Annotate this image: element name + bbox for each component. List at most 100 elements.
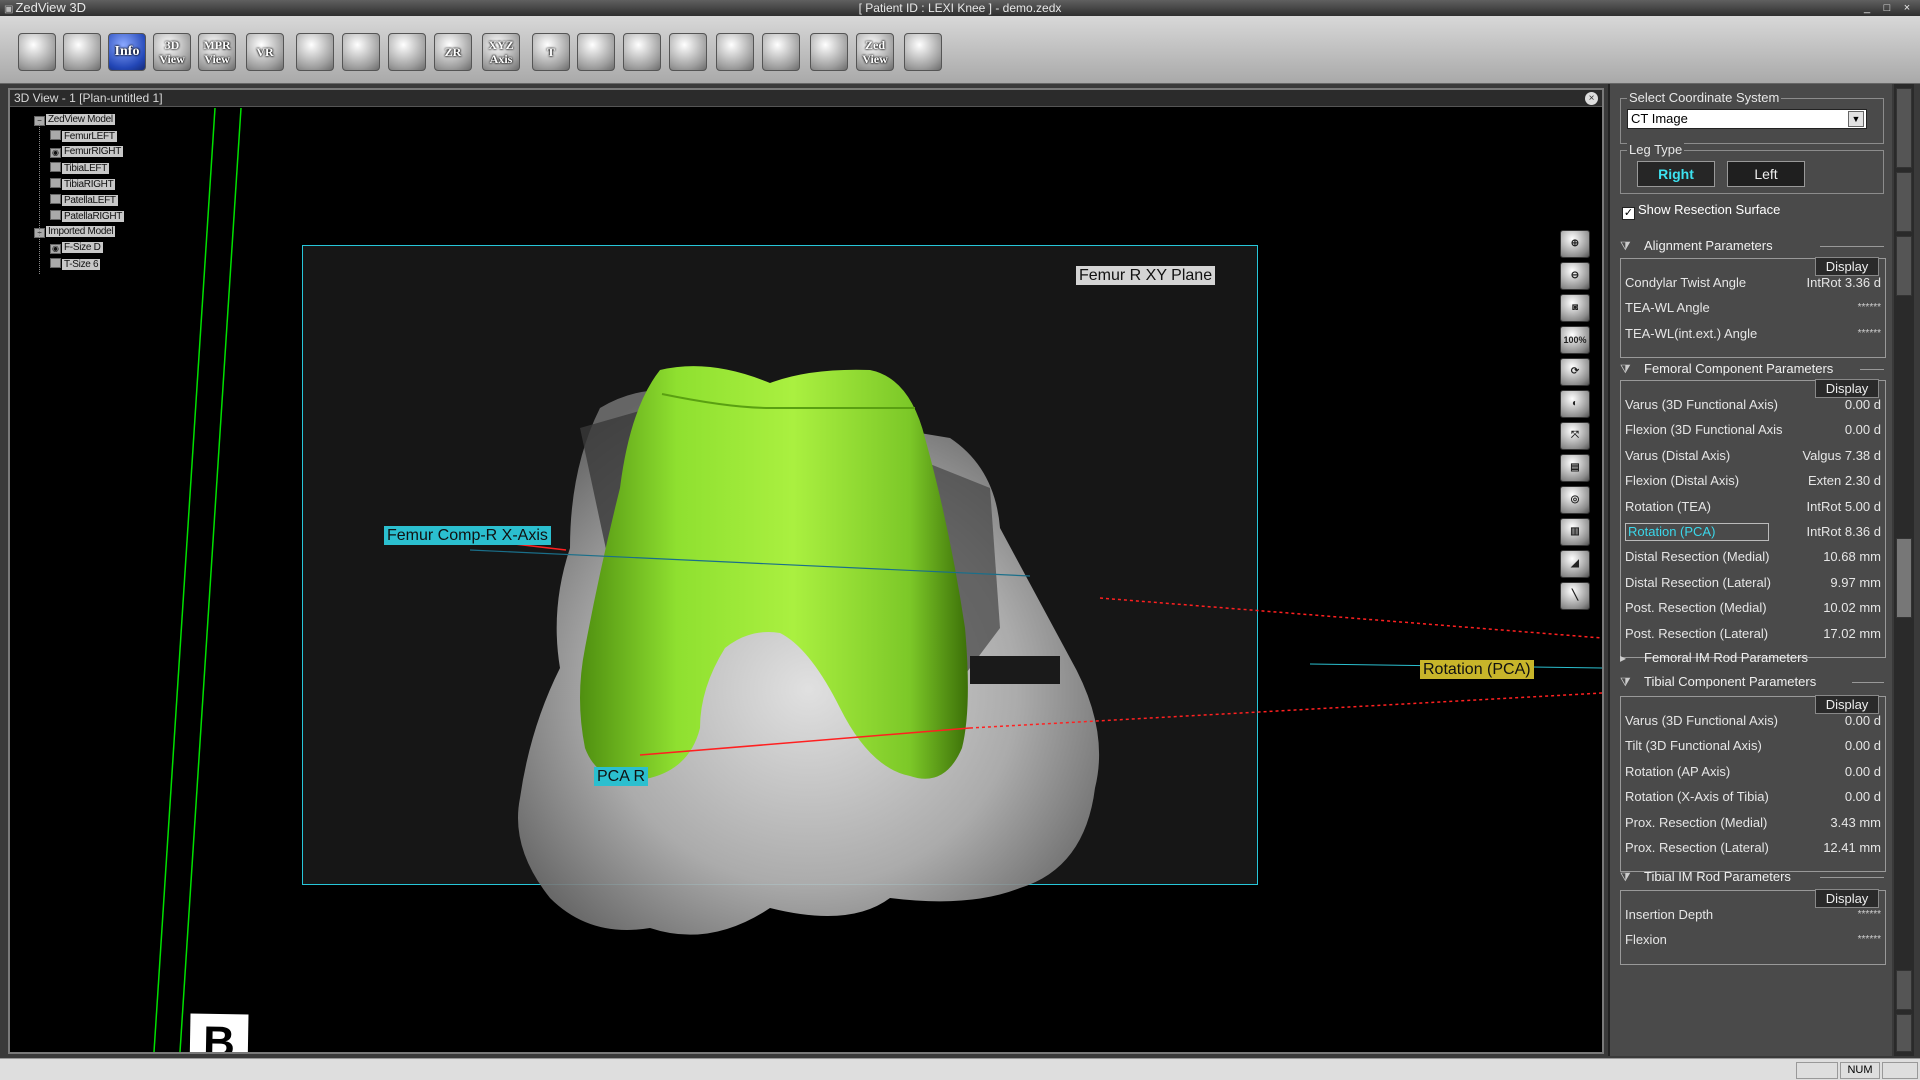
minimize-button[interactable]: _ (1858, 1, 1876, 15)
scroll-cell[interactable] (1896, 1014, 1912, 1052)
tree-item[interactable]: ◉ FemurRIGHT (50, 146, 124, 158)
section-toggle-icon[interactable]: ⧩ (1620, 869, 1644, 885)
visibility-toggle-icon[interactable] (50, 210, 61, 220)
param-row[interactable]: Condylar Twist Angle IntRot 3.36 d (1625, 273, 1881, 293)
tibial_im-header[interactable]: ⧩ Tibial IM Rod Parameters (1620, 869, 1884, 885)
close-view-button[interactable]: × (1585, 92, 1598, 105)
param-row[interactable]: Rotation (AP Axis) 0.00 d (1625, 762, 1881, 782)
info-icon[interactable]: Info (108, 33, 146, 71)
axis-icon[interactable]: ⤧ (1560, 422, 1590, 450)
param-row[interactable]: Rotation (TEA) IntRot 5.00 d (1625, 497, 1881, 517)
scroll-cell[interactable] (1896, 970, 1912, 1010)
scroll-cell[interactable] (1896, 88, 1912, 168)
femoral_im-header[interactable]: ▸ Femoral IM Rod Parameters (1620, 650, 1808, 666)
tree-item[interactable]: FemurLEFT (50, 130, 117, 142)
visibility-toggle-icon[interactable] (50, 194, 61, 204)
right-scrollbar[interactable] (1894, 84, 1914, 1056)
vr-icon[interactable]: VR (246, 33, 284, 71)
param-row[interactable]: TEA-WL Angle ****** (1625, 298, 1881, 318)
param-row[interactable]: Distal Resection (Medial) 10.68 mm (1625, 547, 1881, 567)
ruler-icon[interactable]: ▥ (1560, 518, 1590, 546)
cube-icon[interactable] (623, 33, 661, 71)
layers-icon[interactable]: ▤ (1560, 454, 1590, 482)
zoom-icon[interactable]: ZR (434, 33, 472, 71)
box-icon[interactable] (762, 33, 800, 71)
param-row[interactable]: Post. Resection (Medial) 10.02 mm (1625, 598, 1881, 618)
param-row[interactable]: TEA-WL(int.ext.) Angle ****** (1625, 324, 1881, 344)
mpr-view-icon[interactable]: MPR View (198, 33, 236, 71)
tree-item[interactable]: ◉ F-Size D (50, 242, 103, 254)
tree-item[interactable]: − Imported Model (34, 226, 116, 238)
rotate-icon[interactable]: ⟳ (1560, 358, 1590, 386)
ruler-icon[interactable] (810, 33, 848, 71)
param-row[interactable]: Rotation (PCA) IntRot 8.36 d (1625, 522, 1881, 542)
3d-viewport[interactable]: Femur R XY Plane Femur Comp-R X-Axis PCA… (10, 108, 1602, 1052)
param-row[interactable]: Prox. Resection (Medial) 3.43 mm (1625, 813, 1881, 833)
param-row[interactable]: Varus (3D Functional Axis) 0.00 d (1625, 395, 1881, 415)
section-toggle-icon[interactable]: ⧩ (1620, 674, 1644, 690)
section-toggle-icon[interactable]: ⧩ (1620, 361, 1644, 377)
camera-icon[interactable] (388, 33, 426, 71)
scroll-cell[interactable] (1896, 236, 1912, 296)
save-icon[interactable] (63, 33, 101, 71)
visibility-toggle-icon[interactable] (50, 258, 61, 268)
tree-item[interactable]: PatellaRIGHT (50, 210, 125, 222)
open-icon[interactable] (18, 33, 56, 71)
volume-icon[interactable] (342, 33, 380, 71)
tibial-header[interactable]: ⧩ Tibial Component Parameters (1620, 674, 1884, 690)
visibility-toggle-icon[interactable]: ◉ (50, 148, 61, 158)
visibility-toggle-icon[interactable]: ◉ (50, 244, 61, 254)
close-window-button[interactable]: × (1898, 1, 1916, 15)
leg-right-button[interactable]: Right (1637, 161, 1715, 187)
scroll-cell[interactable] (1896, 172, 1912, 232)
visibility-toggle-icon[interactable] (50, 162, 61, 172)
femoral-header[interactable]: ⧩ Femoral Component Parameters (1620, 361, 1884, 377)
show-resection-checkbox[interactable]: ✓ (1622, 207, 1635, 220)
text-icon[interactable]: T (532, 33, 570, 71)
chevron-down-icon[interactable]: ▼ (1848, 111, 1864, 127)
light-icon[interactable] (669, 33, 707, 71)
param-row[interactable]: Prox. Resection (Lateral) 12.41 mm (1625, 838, 1881, 858)
zoom-in-icon[interactable]: ⊕ (1560, 230, 1590, 258)
param-row[interactable]: Flexion (3D Functional Axis 0.00 d (1625, 420, 1881, 440)
show-resection-row[interactable]: ✓ Show Resection Surface (1622, 202, 1780, 220)
param-row[interactable]: Flexion ****** (1625, 930, 1881, 950)
tree-item[interactable]: PatellaLEFT (50, 194, 118, 206)
slope-icon[interactable]: ◢ (1560, 550, 1590, 578)
visibility-toggle-icon[interactable] (50, 178, 61, 188)
param-row[interactable]: Flexion (Distal Axis) Exten 2.30 d (1625, 471, 1881, 491)
param-row[interactable]: Insertion Depth ****** (1625, 905, 1881, 925)
param-row[interactable]: Varus (3D Functional Axis) 0.00 d (1625, 711, 1881, 731)
shade-icon[interactable]: ◐ (1560, 390, 1590, 418)
clock-icon[interactable] (904, 33, 942, 71)
tree-item[interactable]: T-Size 6 (50, 258, 101, 270)
coordinate-system-select[interactable]: CT Image ▼ (1627, 109, 1867, 129)
restore-button[interactable]: □ (1878, 1, 1896, 15)
param-row[interactable]: Varus (Distal Axis) Valgus 7.38 d (1625, 446, 1881, 466)
section-toggle-icon[interactable]: ▸ (1620, 650, 1644, 666)
grid-icon[interactable] (577, 33, 615, 71)
visibility-toggle-icon[interactable] (50, 130, 61, 140)
param-row[interactable]: Tilt (3D Functional Axis) 0.00 d (1625, 736, 1881, 756)
zoom-out-icon[interactable]: ⊖ (1560, 262, 1590, 290)
param-row[interactable]: Distal Resection (Lateral) 9.97 mm (1625, 573, 1881, 593)
eye-icon[interactable] (716, 33, 754, 71)
tree-item[interactable]: TibiaLEFT (50, 162, 110, 174)
xyz-axis-icon[interactable]: XYZ Axis (482, 33, 520, 71)
collapse-panel-handle[interactable] (1896, 538, 1912, 618)
alignment-header[interactable]: ⧩ Alignment Parameters (1620, 238, 1884, 254)
knee-model[interactable] (10, 108, 1602, 1052)
snapshot-icon[interactable]: ◙ (1560, 294, 1590, 322)
param-row[interactable]: Rotation (X-Axis of Tibia) 0.00 d (1625, 787, 1881, 807)
leg-left-button[interactable]: Left (1727, 161, 1805, 187)
tree-item[interactable]: − ZedView Model (34, 114, 115, 126)
target-icon[interactable]: ◎ (1560, 486, 1590, 514)
section-toggle-icon[interactable]: ⧩ (1620, 238, 1644, 254)
measure-icon[interactable]: ╲ (1560, 582, 1590, 610)
zed-view-icon[interactable]: Zed View (856, 33, 894, 71)
layout-icon[interactable] (296, 33, 334, 71)
3d-view-icon[interactable]: 3D View (153, 33, 191, 71)
tree-item[interactable]: TibiaRIGHT (50, 178, 116, 190)
zoom-100-icon[interactable]: 100% (1560, 326, 1590, 354)
param-row[interactable]: Post. Resection (Lateral) 17.02 mm (1625, 624, 1881, 644)
